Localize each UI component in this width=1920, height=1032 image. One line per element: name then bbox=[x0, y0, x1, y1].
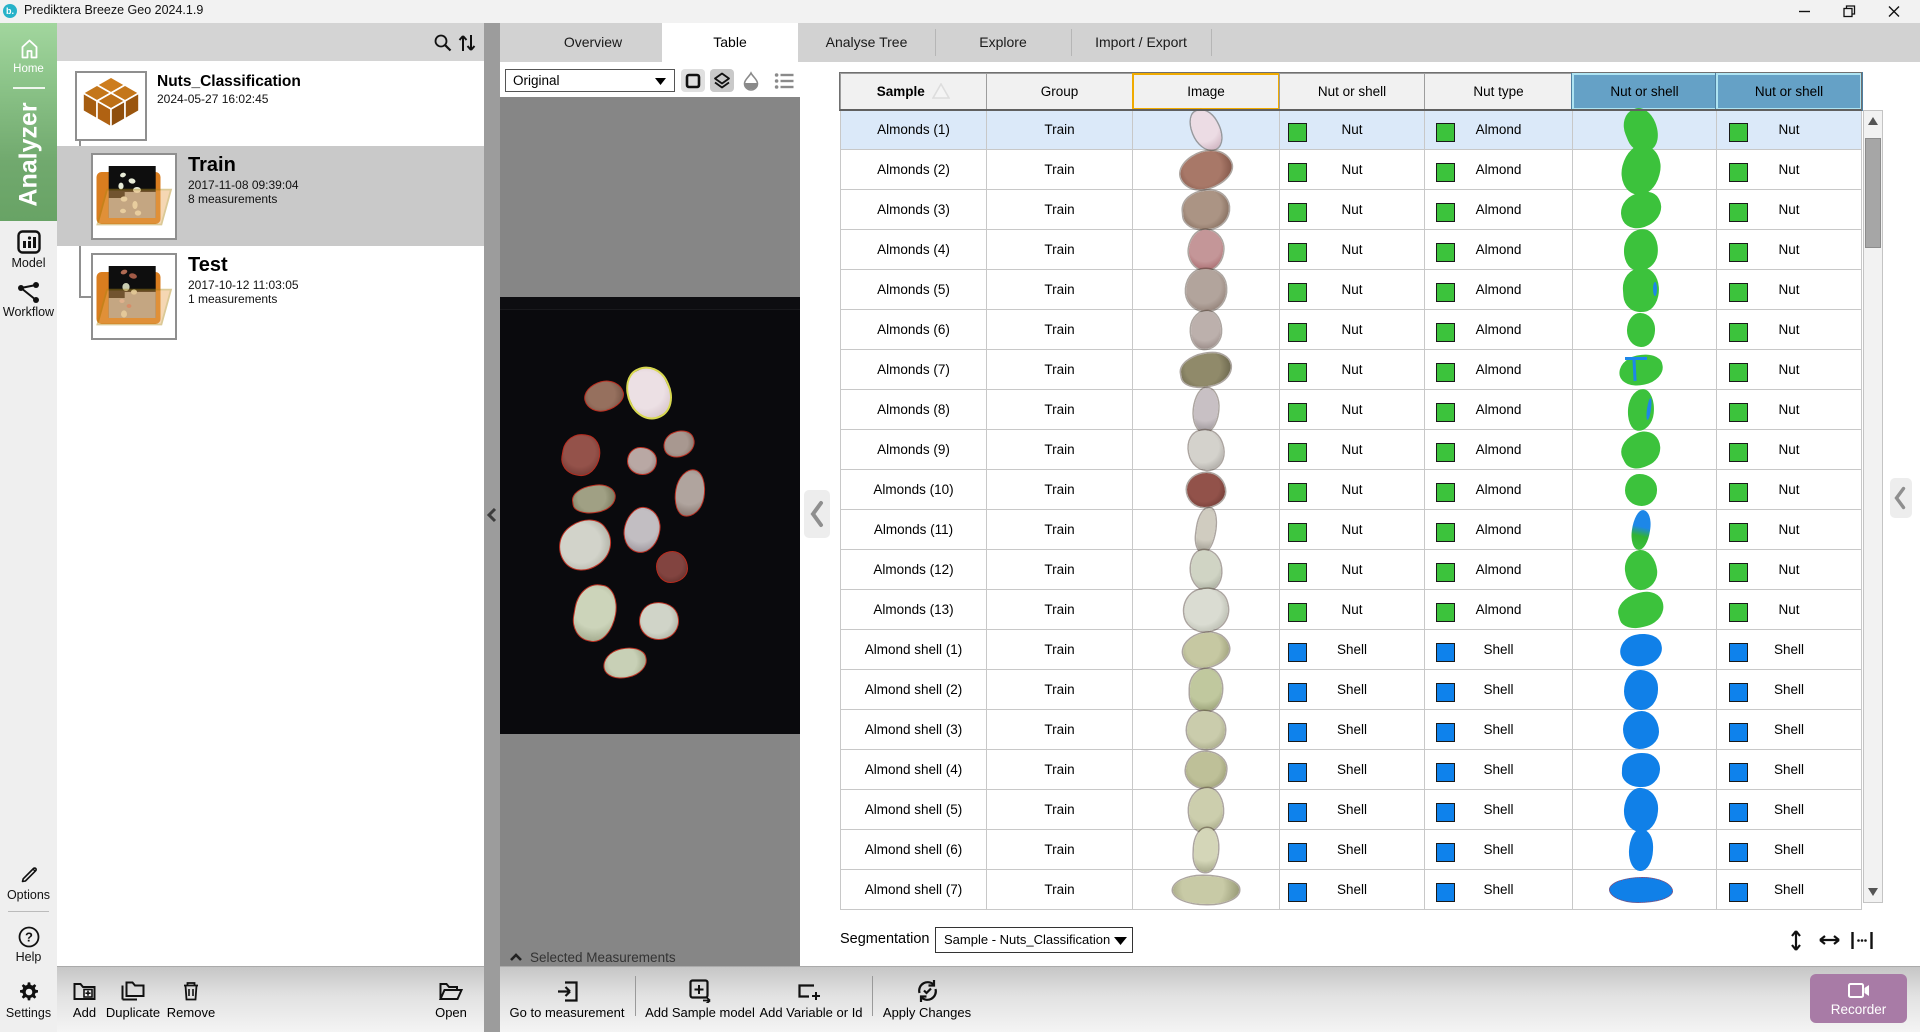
svg-text:?: ? bbox=[25, 930, 33, 945]
